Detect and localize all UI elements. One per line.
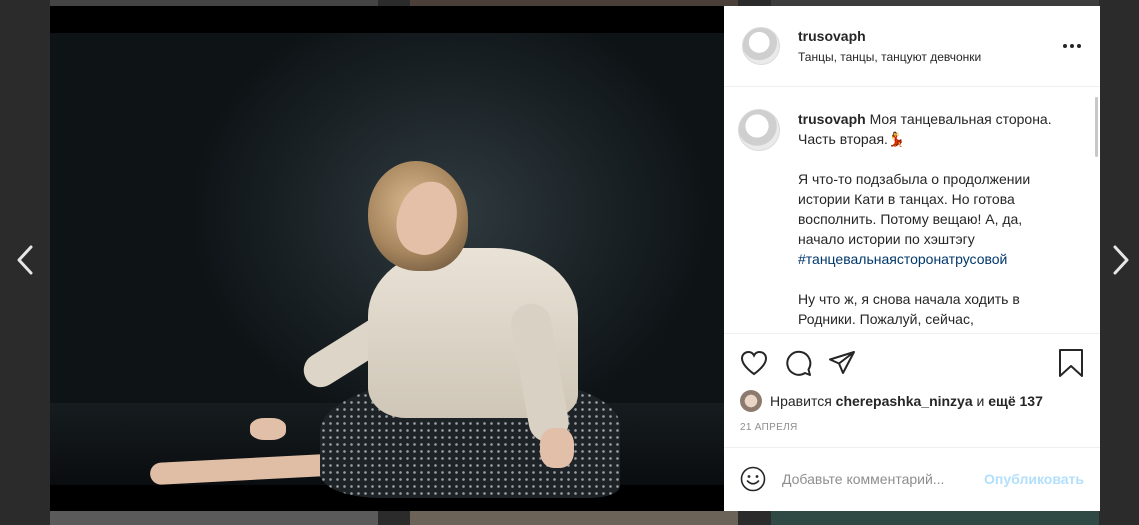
feed-thumbnail (410, 511, 738, 525)
caption-gap (798, 269, 1060, 289)
comment-input[interactable] (782, 470, 985, 487)
post-username[interactable]: trusovaph (798, 28, 1060, 44)
emoji-icon (740, 466, 766, 491)
chevron-right-icon (1113, 245, 1129, 275)
header-text: trusovaph Танцы, танцы, танцуют девчонки (798, 28, 1060, 64)
share-button[interactable] (828, 350, 856, 376)
photo-hand (540, 428, 574, 468)
emoji-button[interactable] (740, 466, 766, 492)
feed-thumbnail (771, 511, 1099, 525)
comment-icon (786, 350, 812, 376)
heart-icon (740, 350, 768, 376)
save-button[interactable] (1058, 348, 1084, 378)
chevron-left-icon (17, 245, 33, 275)
more-options-button[interactable] (1060, 34, 1084, 58)
photo-hand (250, 418, 286, 440)
comments-area[interactable]: trusovaph Моя танцевальная сторона. Част… (724, 87, 1100, 333)
caption-gap (798, 149, 1060, 169)
like-button[interactable] (740, 350, 768, 376)
caption-paragraph: Я что-то подзабыла о продолжении истории… (798, 171, 1031, 247)
caption-username[interactable]: trusovaph (798, 111, 866, 127)
avatar[interactable] (742, 27, 780, 65)
avatar[interactable] (738, 109, 780, 151)
caption-paragraph: Ну что ж, я снова начала ходить в Родник… (798, 291, 1020, 327)
post-actions: Нравится cherepashka_ninzya и ещё 137 21… (724, 333, 1100, 433)
comment-button[interactable] (784, 349, 812, 377)
likes-and: и (976, 393, 985, 409)
comments-scrollbar[interactable] (1095, 97, 1098, 157)
likes-prefix: Нравится (770, 393, 832, 409)
previous-post-button[interactable] (10, 240, 40, 280)
avatar[interactable] (740, 390, 762, 412)
more-dots-icon (1063, 44, 1081, 48)
post-sidebar: trusovaph Танцы, танцы, танцуют девчонки… (724, 6, 1100, 511)
likes-summary: Нравится cherepashka_ninzya и ещё 137 (740, 390, 1084, 412)
add-comment-form: Опубликовать (724, 447, 1100, 509)
share-icon (829, 351, 855, 374)
hashtag-link[interactable]: #танцевальнаясторонатрусовой (798, 251, 1007, 267)
likes-user-link[interactable]: cherepashka_ninzya (836, 393, 973, 409)
post-modal: trusovaph Танцы, танцы, танцуют девчонки… (50, 6, 1100, 511)
publish-button[interactable]: Опубликовать (984, 471, 1084, 487)
post-media[interactable] (50, 6, 724, 511)
bookmark-icon (1059, 349, 1083, 377)
post-caption: trusovaph Моя танцевальная сторона. Част… (798, 109, 1060, 333)
feed-thumbnail (50, 511, 378, 525)
post-header: trusovaph Танцы, танцы, танцуют девчонки (724, 6, 1100, 87)
post-date[interactable]: 21 АПРЕЛЯ (740, 422, 1084, 433)
likes-count-link[interactable]: ещё 137 (988, 393, 1043, 409)
next-post-button[interactable] (1106, 240, 1136, 280)
post-photo (50, 33, 724, 498)
action-icons (740, 346, 1084, 380)
post-location[interactable]: Танцы, танцы, танцуют девчонки (798, 50, 1060, 64)
